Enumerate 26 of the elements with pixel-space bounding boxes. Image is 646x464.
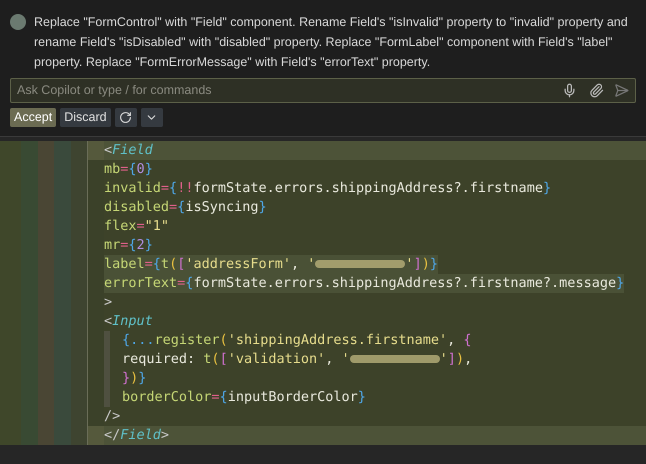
code-line: flex="1" [104,217,170,236]
code-line: borderColor={inputBorderColor} [122,388,366,407]
code-line: })} [122,369,146,388]
code-line: invalid={!!formState.errors.shippingAddress?.firstname} [104,179,552,198]
prompt-message: Replace "FormControl" with "Field" component. Rename Field's "isInvalid" property to "invalid" property and rename Field's "isDisabled" with "disabled" property. Replace "FormLabel" component with Field's "label" property. Replace "FormErrorMessage" with Field's "errorText" property. [34,14,629,71]
code-line: </Field> [104,426,170,445]
code-line: mr={2} [104,236,153,255]
code-line: {...register('shippingAddress.firstname', { [122,331,472,350]
code-line: required: t(['validation', ' ']), [122,350,472,369]
send-icon[interactable] [614,83,629,98]
chat-input[interactable]: Ask Copilot or type / for commands [17,81,556,100]
more-button[interactable] [140,108,163,127]
discard-button[interactable]: Discard [60,108,111,127]
code-line: mb={0} [104,160,153,179]
microphone-icon[interactable] [562,83,577,98]
chat-input-field[interactable]: Ask Copilot or type / for commands [10,78,636,103]
avatar-icon [10,14,26,30]
rerun-button[interactable] [114,108,137,127]
accept-button[interactable]: Accept [10,108,56,127]
code-line: > [104,293,112,312]
code-line: <Input [104,312,153,331]
refresh-icon [119,111,132,124]
code-line: /> [104,407,120,426]
code-line: disabled={isSyncing} [104,198,267,217]
code-line: <Field [104,141,153,160]
paperclip-icon[interactable] [589,83,604,98]
